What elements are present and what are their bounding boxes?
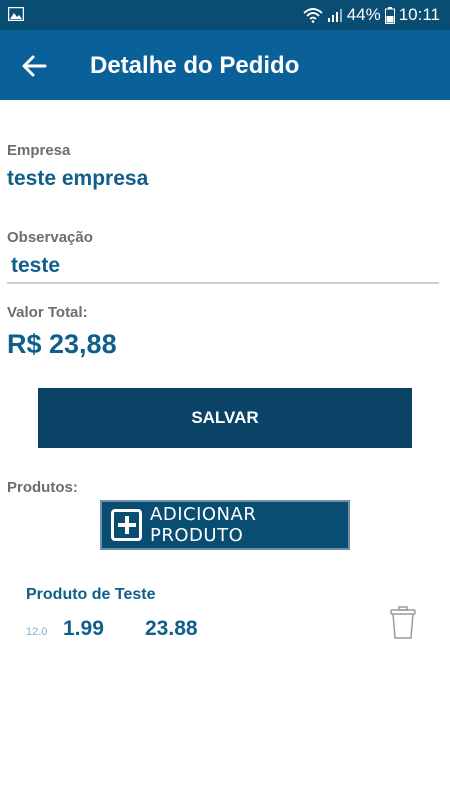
wifi-icon (303, 8, 323, 23)
signal-icon (327, 9, 342, 22)
total-label: Valor Total: (7, 304, 88, 321)
observation-input[interactable] (7, 250, 439, 284)
clock: 10:11 (398, 5, 440, 24)
app-bar: Detalhe do Pedido (0, 30, 450, 100)
status-bar: 44% 10:11 (0, 0, 450, 30)
company-value: teste empresa (7, 167, 149, 190)
product-name: Produto de Teste (26, 586, 156, 603)
products-label: Produtos: (7, 479, 78, 496)
company-label: Empresa (7, 142, 71, 159)
arrow-left-icon[interactable] (20, 52, 48, 80)
battery-percent: 44% (346, 5, 381, 24)
product-quantity: 12.0 (26, 626, 48, 638)
save-button[interactable]: SALVAR (38, 388, 412, 448)
observation-label: Observação (7, 229, 93, 246)
gallery-icon (8, 7, 24, 21)
trash-icon[interactable] (390, 606, 416, 640)
product-unit-price: 1.99 (63, 617, 104, 640)
battery-icon (384, 6, 395, 24)
plus-icon (111, 509, 143, 541)
product-subtotal: 23.88 (145, 617, 198, 640)
add-product-label: ADICIONAR PRODUTO (150, 504, 257, 546)
page-title: Detalhe do Pedido (90, 52, 300, 79)
total-value: R$ 23,88 (7, 329, 117, 359)
add-product-button[interactable]: ADICIONAR PRODUTO (100, 500, 350, 550)
